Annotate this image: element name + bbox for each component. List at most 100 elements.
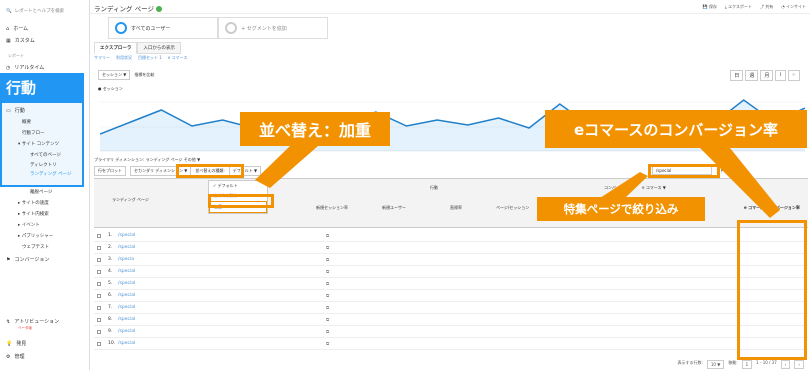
- header-pages-session[interactable]: ページ/セッション: [496, 205, 529, 211]
- landing-page-link[interactable]: /special: [118, 329, 135, 334]
- row-checkbox[interactable]: [97, 281, 101, 286]
- table-row[interactable]: 8. /special ⧉: [94, 314, 808, 326]
- sidebar-item-site-content[interactable]: ▾ サイト コンテンツ: [18, 141, 59, 147]
- table-row[interactable]: 3. /specia ⧉: [94, 254, 808, 266]
- row-checkbox[interactable]: [97, 257, 101, 262]
- landing-page-link[interactable]: /special: [118, 305, 135, 310]
- compare-metric-link[interactable]: 指標を比較: [134, 72, 154, 78]
- landing-page-link[interactable]: /special: [118, 245, 135, 250]
- open-link-icon[interactable]: ⧉: [326, 281, 329, 287]
- header-new-sessions[interactable]: 新規セッション率: [316, 205, 348, 211]
- landing-page-link[interactable]: /special: [118, 341, 135, 346]
- sidebar-item-publisher[interactable]: ▸ パブリッシャー: [18, 233, 53, 239]
- sidebar-item-events[interactable]: ▸ イベント: [18, 222, 40, 228]
- share-button[interactable]: ⤴ 共有: [760, 4, 773, 10]
- month-button[interactable]: 月: [760, 70, 774, 81]
- landing-page-link[interactable]: /special: [118, 281, 135, 286]
- sidebar-item-admin[interactable]: ⚙ 管理: [6, 353, 25, 361]
- day-button[interactable]: 日: [730, 70, 744, 81]
- sidebar-item-site-search[interactable]: ▸ サイト内検索: [18, 211, 49, 217]
- tab-explorer[interactable]: エクスプローラ: [94, 42, 138, 54]
- segment-all-users[interactable]: すべてのユーザー: [108, 17, 218, 39]
- sidebar-item-custom[interactable]: ▦ カスタム: [6, 37, 35, 45]
- open-link-icon[interactable]: ⧉: [326, 257, 329, 263]
- table-row[interactable]: 7. /special ⧉: [94, 302, 808, 314]
- sidebar-item-home[interactable]: ⌂ ホーム: [6, 25, 28, 33]
- open-link-icon[interactable]: ⧉: [326, 293, 329, 299]
- header-bounce-rate[interactable]: 直帰率: [450, 205, 462, 211]
- row-checkbox[interactable]: [97, 245, 101, 250]
- open-link-icon[interactable]: ⧉: [326, 305, 329, 311]
- sidebar-item-overview[interactable]: 概要: [22, 119, 31, 125]
- header-ecommerce-rate[interactable]: e コマースのコンバージョン率: [744, 205, 800, 211]
- prev-page-button[interactable]: ‹: [780, 360, 791, 369]
- row-checkbox[interactable]: [97, 293, 101, 298]
- row-checkbox[interactable]: [97, 233, 101, 238]
- landing-page-link[interactable]: /special: [118, 293, 135, 298]
- sidebar-item-behavior-flow[interactable]: 行動フロー: [22, 130, 45, 136]
- clock-icon: ◷: [6, 64, 11, 71]
- week-button[interactable]: 週: [745, 70, 759, 81]
- sidebar-item-behavior[interactable]: ▭ 行動: [6, 107, 25, 115]
- row-checkbox[interactable]: [97, 329, 101, 334]
- sidebar-item-directory[interactable]: ディレクトリ: [30, 162, 57, 168]
- sidebar-item-realtime[interactable]: ◷ リアルタイム: [6, 64, 44, 72]
- subtab-summary[interactable]: サマリー: [94, 55, 110, 61]
- rows-per-page-select[interactable]: 10 ▼: [706, 360, 725, 369]
- search-icon: 🔍: [6, 8, 12, 14]
- plot-rows-button[interactable]: 行をプロット: [94, 166, 126, 176]
- landing-page-link[interactable]: /special: [118, 317, 135, 322]
- sidebar-item-attribution[interactable]: ↯ アトリビューション: [6, 318, 59, 326]
- save-button[interactable]: 💾 保存: [703, 4, 717, 10]
- header-ecommerce-select[interactable]: e コマース ▼: [642, 185, 666, 191]
- search-field[interactable]: 🔍 レポートとヘルプを検索: [6, 6, 86, 16]
- header-conversions-group: コンバージョン: [604, 185, 632, 190]
- metric-select[interactable]: セッション ▼: [98, 70, 131, 80]
- row-number: 9.: [108, 329, 113, 334]
- open-link-icon[interactable]: ⧉: [326, 317, 329, 323]
- subtab-usage[interactable]: 利用状況: [116, 55, 132, 61]
- tab-entrance-paths[interactable]: 入口からの表示: [137, 42, 181, 54]
- table-row[interactable]: 10./special ⧉: [94, 338, 808, 350]
- open-link-icon[interactable]: ⧉: [326, 233, 329, 239]
- table-row[interactable]: 6. /special ⧉: [94, 290, 808, 302]
- table-row[interactable]: 9. /special ⧉: [94, 326, 808, 338]
- table-row[interactable]: 2. /special ⧉: [94, 242, 808, 254]
- open-link-icon[interactable]: ⧉: [326, 329, 329, 335]
- next-page-button[interactable]: ›: [794, 360, 804, 369]
- top-bar: ランディング ページ 💾 保存 ⤓ エクスポート ⤴ 共有 ◔ インサイト: [90, 0, 810, 14]
- sidebar-item-landing-pages[interactable]: ランディング ページ: [30, 172, 76, 178]
- line-chart-icon[interactable]: ⌇: [775, 70, 786, 81]
- sidebar-item-site-speed[interactable]: ▸ サイトの速度: [18, 200, 49, 206]
- sidebar-item-discover[interactable]: 💡 発見: [6, 340, 26, 348]
- row-checkbox[interactable]: [97, 269, 101, 274]
- header-new-users[interactable]: 新規ユーザー: [382, 205, 406, 211]
- landing-page-link[interactable]: /special: [118, 233, 135, 238]
- sort-option-default[interactable]: ✓ デフォルト: [209, 181, 267, 191]
- open-link-icon[interactable]: ⧉: [326, 341, 329, 347]
- header-landing-page[interactable]: ランディング ページ: [112, 197, 149, 203]
- motion-chart-icon[interactable]: ⁘: [787, 70, 800, 81]
- table-row[interactable]: 1. /special ⧉: [94, 230, 808, 242]
- landing-page-link[interactable]: /special: [118, 269, 135, 274]
- table-row[interactable]: 4. /special ⧉: [94, 266, 808, 278]
- open-link-icon[interactable]: ⧉: [326, 245, 329, 251]
- sort-select-highlight: [176, 164, 244, 178]
- sidebar-item-exit-pages[interactable]: 離脱ページ: [30, 189, 52, 195]
- export-button[interactable]: ⤓ エクスポート: [725, 4, 752, 10]
- row-checkbox[interactable]: [97, 341, 101, 346]
- landing-page-link[interactable]: /specia: [118, 257, 134, 262]
- open-link-icon[interactable]: ⧉: [326, 269, 329, 275]
- sidebar-item-experiments[interactable]: ウェブテスト: [22, 244, 49, 250]
- subtab-ecommerce[interactable]: e コマース: [168, 55, 188, 61]
- add-segment-button[interactable]: + セグメントを追加: [218, 17, 328, 39]
- sidebar-item-conversions[interactable]: ⚑ コンバージョン: [6, 256, 49, 264]
- subtab-goal-set[interactable]: 目標セット 1: [138, 55, 162, 61]
- goto-page-input[interactable]: 1: [741, 360, 753, 369]
- insight-button[interactable]: ◔ インサイト: [781, 4, 806, 10]
- row-number: 5.: [108, 281, 113, 286]
- row-checkbox[interactable]: [97, 305, 101, 310]
- row-checkbox[interactable]: [97, 317, 101, 322]
- sidebar-item-all-pages[interactable]: すべてのページ: [30, 152, 61, 158]
- table-row[interactable]: 5. /special ⧉: [94, 278, 808, 290]
